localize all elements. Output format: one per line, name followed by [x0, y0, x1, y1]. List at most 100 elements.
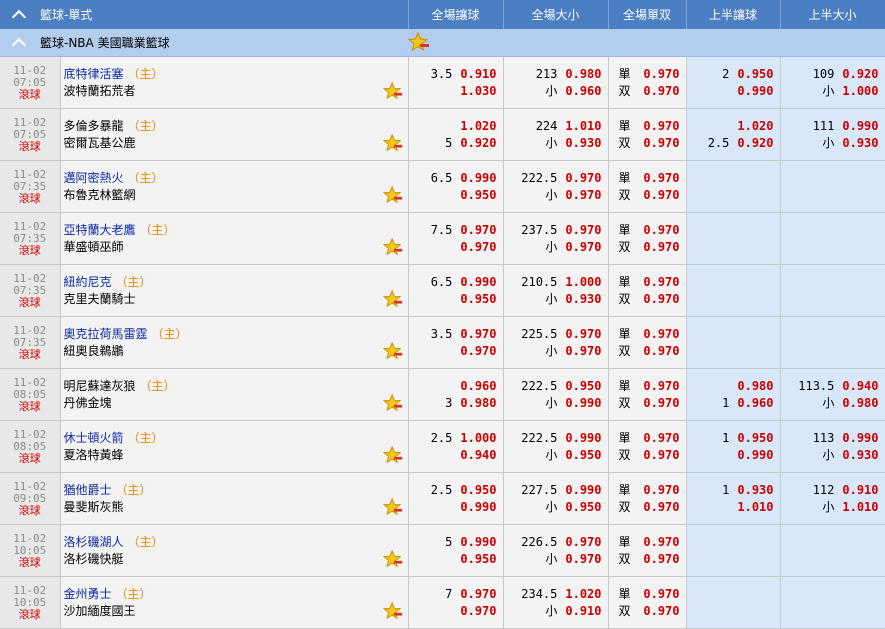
odds-under[interactable]: 小 1.000: [781, 83, 878, 100]
odds-price[interactable]: 1.020: [460, 118, 496, 135]
odds-price[interactable]: 0.920: [842, 66, 878, 83]
odds-price[interactable]: 0.970: [565, 326, 601, 343]
odds-away[interactable]: 0.970: [409, 343, 496, 360]
odds-price[interactable]: 0.970: [460, 603, 496, 620]
odds-over[interactable]: 225.5 0.970: [504, 326, 601, 343]
odds-away[interactable]: 0.970: [409, 603, 496, 620]
odds-price[interactable]: 0.990: [565, 395, 601, 412]
odds-home[interactable]: 1.020: [409, 118, 496, 135]
odds-odd[interactable]: 單 0.970: [609, 586, 680, 603]
odds-under[interactable]: 小 0.970: [504, 187, 601, 204]
odds-under[interactable]: 小 0.930: [504, 291, 601, 308]
odds-even[interactable]: 双 0.970: [609, 291, 680, 308]
odds-over[interactable]: 222.5 0.990: [504, 430, 601, 447]
odds-away[interactable]: 0.990: [687, 83, 773, 100]
odds-price[interactable]: 0.990: [737, 83, 773, 100]
odds-price[interactable]: 0.970: [643, 551, 679, 568]
odds-price[interactable]: 0.980: [737, 378, 773, 395]
odds-price[interactable]: 0.990: [842, 118, 878, 135]
odds-price[interactable]: 0.970: [643, 586, 679, 603]
odds-price[interactable]: 0.950: [460, 551, 496, 568]
odds-over[interactable]: 224 1.010: [504, 118, 602, 135]
odds-over[interactable]: 226.5 0.970: [504, 534, 601, 551]
odds-price[interactable]: 0.970: [460, 239, 496, 256]
odds-price[interactable]: 1.030: [460, 83, 496, 100]
add-favorite-star-icon[interactable]: [382, 445, 403, 465]
odds-over[interactable]: 113.5 0.940: [781, 378, 878, 395]
odds-price[interactable]: 0.970: [460, 222, 496, 239]
odds-even[interactable]: 双 0.970: [609, 83, 680, 100]
odds-away[interactable]: 2.5 0.920: [687, 135, 774, 152]
collapse-chevron-icon[interactable]: [11, 9, 27, 24]
odds-over[interactable]: 210.5 1.000: [504, 274, 601, 291]
odds-even[interactable]: 双 0.970: [609, 395, 680, 412]
odds-under[interactable]: 小 0.960: [504, 83, 601, 100]
odds-home[interactable]: 2 0.950: [687, 66, 773, 83]
odds-home[interactable]: 2.5 1.000: [409, 430, 497, 447]
odds-odd[interactable]: 單 0.970: [609, 430, 680, 447]
odds-price[interactable]: 0.910: [565, 603, 601, 620]
odds-price[interactable]: 0.950: [460, 291, 496, 308]
odds-home[interactable]: 3.5 0.970: [409, 326, 497, 343]
league-collapse-chevron-icon[interactable]: [11, 37, 27, 52]
odds-price[interactable]: 0.960: [460, 378, 496, 395]
odds-even[interactable]: 双 0.970: [609, 187, 680, 204]
odds-price[interactable]: 0.970: [643, 170, 679, 187]
odds-price[interactable]: 0.970: [643, 239, 679, 256]
odds-price[interactable]: 1.000: [565, 274, 601, 291]
odds-price[interactable]: 0.970: [643, 187, 679, 204]
odds-over[interactable]: 109 0.920: [781, 66, 879, 83]
odds-under[interactable]: 小 0.930: [504, 135, 601, 152]
odds-price[interactable]: 1.020: [737, 118, 773, 135]
odds-away[interactable]: 0.950: [409, 291, 496, 308]
odds-under[interactable]: 小 0.970: [504, 343, 601, 360]
odds-over[interactable]: 234.5 1.020: [504, 586, 601, 603]
odds-even[interactable]: 双 0.970: [609, 447, 680, 464]
add-favorite-star-icon[interactable]: [382, 185, 403, 205]
odds-away[interactable]: 0.950: [409, 551, 496, 568]
odds-away[interactable]: 3 0.980: [409, 395, 496, 412]
odds-price[interactable]: 0.970: [460, 586, 496, 603]
odds-price[interactable]: 1.000: [842, 83, 878, 100]
odds-price[interactable]: 1.010: [842, 499, 878, 516]
odds-home[interactable]: 1 0.950: [687, 430, 773, 447]
add-favorite-star-icon[interactable]: [382, 237, 403, 257]
odds-price[interactable]: 0.940: [460, 447, 496, 464]
odds-under[interactable]: 小 0.970: [504, 239, 601, 256]
odds-home[interactable]: 3.5 0.910: [409, 66, 497, 83]
odds-odd[interactable]: 單 0.970: [609, 118, 680, 135]
odds-home[interactable]: 0.980: [687, 378, 773, 395]
odds-price[interactable]: 0.990: [460, 274, 496, 291]
odds-price[interactable]: 0.970: [565, 551, 601, 568]
odds-home[interactable]: 1 0.930: [687, 482, 773, 499]
add-favorite-star-icon[interactable]: [382, 289, 403, 309]
odds-even[interactable]: 双 0.970: [609, 551, 680, 568]
odds-away[interactable]: 0.990: [409, 499, 496, 516]
odds-price[interactable]: 0.970: [643, 395, 679, 412]
odds-away[interactable]: 5 0.920: [409, 135, 496, 152]
add-favorite-star-icon[interactable]: [382, 393, 403, 413]
odds-home[interactable]: 2.5 0.950: [409, 482, 497, 499]
odds-price[interactable]: 0.950: [565, 447, 601, 464]
odds-away[interactable]: 0.950: [409, 187, 496, 204]
odds-price[interactable]: 0.980: [565, 66, 601, 83]
odds-price[interactable]: 0.910: [842, 482, 878, 499]
odds-away[interactable]: 1 0.960: [687, 395, 773, 412]
odds-odd[interactable]: 單 0.970: [609, 326, 680, 343]
odds-price[interactable]: 0.970: [643, 222, 679, 239]
odds-price[interactable]: 1.010: [565, 118, 601, 135]
odds-odd[interactable]: 單 0.970: [609, 378, 680, 395]
odds-under[interactable]: 小 0.990: [504, 395, 601, 412]
odds-price[interactable]: 0.970: [565, 187, 601, 204]
odds-price[interactable]: 0.920: [737, 135, 773, 152]
odds-even[interactable]: 双 0.970: [609, 135, 680, 152]
odds-price[interactable]: 0.980: [460, 395, 496, 412]
odds-price[interactable]: 0.990: [460, 170, 496, 187]
odds-over[interactable]: 112 0.910: [781, 482, 879, 499]
odds-price[interactable]: 0.950: [460, 187, 496, 204]
odds-odd[interactable]: 單 0.970: [609, 482, 680, 499]
odds-home[interactable]: 7.5 0.970: [409, 222, 497, 239]
odds-price[interactable]: 0.970: [643, 343, 679, 360]
odds-home[interactable]: 7 0.970: [409, 586, 496, 603]
odds-even[interactable]: 双 0.970: [609, 499, 680, 516]
